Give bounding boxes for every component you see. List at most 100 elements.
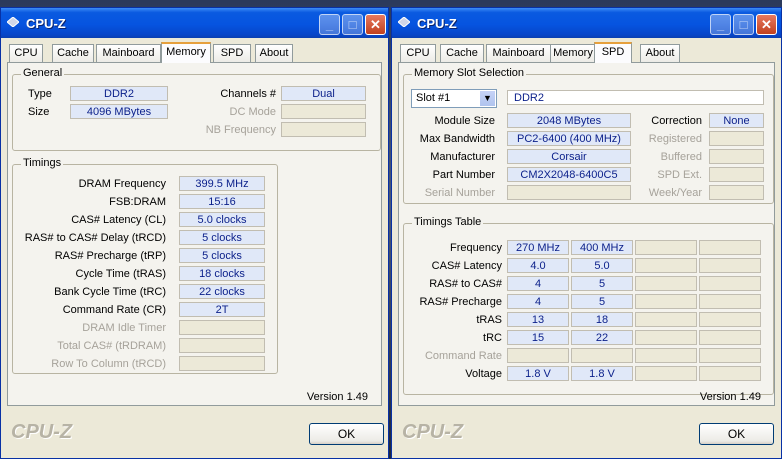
tab-spd[interactable]: SPD xyxy=(594,42,632,63)
timings-table-label: CAS# Latency xyxy=(431,260,502,272)
timing-label: Command Rate (CR) xyxy=(62,304,166,316)
type-label: Type xyxy=(28,88,52,100)
timings-table-cell xyxy=(699,330,761,345)
timings-table-cell: 400 MHz xyxy=(571,240,633,255)
spd-ext-value xyxy=(709,167,764,182)
timings-table-label: tRC xyxy=(483,332,502,344)
timings-table-cell xyxy=(699,240,761,255)
nbfreq-value xyxy=(281,122,366,137)
maximize-icon: □ xyxy=(739,17,748,32)
timings-table-label: RAS# to CAS# xyxy=(429,278,502,290)
week-year-value xyxy=(709,185,764,200)
timings-table-cell xyxy=(699,294,761,309)
part-number-label: Part Number xyxy=(432,169,495,181)
close-button[interactable]: ✕ xyxy=(756,14,777,35)
tab-memory[interactable]: Memory xyxy=(550,44,596,62)
timings-table-cell xyxy=(635,348,697,363)
timings-table-label: RAS# Precharge xyxy=(419,296,502,308)
serial-number-label: Serial Number xyxy=(424,187,495,199)
general-group: General Type DDR2 Size 4096 MBytes Chann… xyxy=(12,67,381,151)
tab-cache[interactable]: Cache xyxy=(52,44,94,62)
timings-table-cell: 15 xyxy=(507,330,569,345)
maximize-button[interactable]: □ xyxy=(342,14,363,35)
timings-table-cell xyxy=(635,276,697,291)
buffered-label: Buffered xyxy=(660,151,702,163)
slot-selection-group: Memory Slot Selection Slot #1 ▼ DDR2 Mod… xyxy=(403,67,774,204)
timings-table-cell: 1.8 V xyxy=(507,366,569,381)
timings-table-cell: 18 xyxy=(571,312,633,327)
bandwidth-label: Max Bandwidth xyxy=(419,133,495,145)
slot-type-value: DDR2 xyxy=(507,90,764,105)
close-button[interactable]: ✕ xyxy=(365,14,386,35)
timings-table-label: tRAS xyxy=(476,314,502,326)
tab-about[interactable]: About xyxy=(640,44,680,62)
correction-value: None xyxy=(709,113,764,128)
ok-button[interactable]: OK xyxy=(309,423,384,445)
close-icon: ✕ xyxy=(370,17,381,32)
timings-table-cell: 4.0 xyxy=(507,258,569,273)
timings-table-cell xyxy=(699,258,761,273)
spd-panel: Memory Slot Selection Slot #1 ▼ DDR2 Mod… xyxy=(398,62,775,406)
timings-table-cell xyxy=(635,312,697,327)
correction-label: Correction xyxy=(651,115,702,127)
cpuz-window-spd: CPU-Z _ □ ✕ CPU Cache Mainboard Memory S… xyxy=(391,7,782,459)
timings-table-cell: 4 xyxy=(507,294,569,309)
cpuz-window-memory: CPU-Z _ □ ✕ CPU Cache Mainboard Memory S… xyxy=(0,7,389,459)
minimize-icon: _ xyxy=(325,17,334,32)
slot-select-value: Slot #1 xyxy=(416,92,451,104)
size-value: 4096 MBytes xyxy=(70,104,168,119)
title-bar[interactable]: CPU-Z _ □ ✕ xyxy=(1,8,388,38)
ok-button[interactable]: OK xyxy=(699,423,774,445)
serial-number-value xyxy=(507,185,631,200)
title-bar[interactable]: CPU-Z _ □ ✕ xyxy=(392,8,781,38)
timings-table-cell xyxy=(699,348,761,363)
timing-value: 18 clocks xyxy=(179,266,265,281)
maximize-button[interactable]: □ xyxy=(733,14,754,35)
nbfreq-label: NB Frequency xyxy=(205,124,276,136)
channels-label: Channels # xyxy=(220,88,276,100)
tab-cache[interactable]: Cache xyxy=(440,44,484,62)
timings-table-cell: 5 xyxy=(571,276,633,291)
timings-table-cell xyxy=(699,276,761,291)
tab-memory[interactable]: Memory xyxy=(161,42,211,63)
channels-value: Dual xyxy=(281,86,366,101)
minimize-button[interactable]: _ xyxy=(710,14,731,35)
close-icon: ✕ xyxy=(761,17,772,32)
timings-table-legend: Timings Table xyxy=(412,216,484,228)
maximize-icon: □ xyxy=(348,17,357,32)
timings-table-cell: 270 MHz xyxy=(507,240,569,255)
timing-value: 22 clocks xyxy=(179,284,265,299)
manufacturer-label: Manufacturer xyxy=(430,151,495,163)
general-legend: General xyxy=(21,67,65,79)
tab-mainboard[interactable]: Mainboard xyxy=(96,44,161,62)
timing-value: 15:16 xyxy=(179,194,265,209)
bandwidth-value: PC2-6400 (400 MHz) xyxy=(507,131,631,146)
tab-cpu[interactable]: CPU xyxy=(9,44,43,62)
cpuz-brand-logo: CPU-Z xyxy=(11,421,73,443)
timings-table-cell xyxy=(635,258,697,273)
minimize-icon: _ xyxy=(716,17,725,32)
minimize-button[interactable]: _ xyxy=(319,14,340,35)
timings-table-cell xyxy=(635,294,697,309)
tab-cpu[interactable]: CPU xyxy=(400,44,436,62)
timings-table-label: Frequency xyxy=(450,242,502,254)
dcmode-value xyxy=(281,104,366,119)
tab-mainboard[interactable]: Mainboard xyxy=(486,44,551,62)
timings-table-cell xyxy=(635,330,697,345)
timing-value: 2T xyxy=(179,302,265,317)
tab-about[interactable]: About xyxy=(255,44,293,62)
timings-table-cell: 22 xyxy=(571,330,633,345)
timings-table-label: Voltage xyxy=(465,368,502,380)
app-icon xyxy=(7,17,19,27)
timings-table-cell: 4 xyxy=(507,276,569,291)
registered-label: Registered xyxy=(648,133,702,145)
timings-table-cell: 13 xyxy=(507,312,569,327)
timing-value xyxy=(179,338,265,353)
tab-spd[interactable]: SPD xyxy=(213,44,251,62)
version-label: Version 1.49 xyxy=(306,391,368,403)
slot-select[interactable]: Slot #1 ▼ xyxy=(411,89,497,108)
timings-table-cell xyxy=(635,366,697,381)
timing-label: RAS# Precharge (tRP) xyxy=(54,250,166,262)
timing-label: Cycle Time (tRAS) xyxy=(75,268,166,280)
spd-ext-label: SPD Ext. xyxy=(657,169,702,181)
